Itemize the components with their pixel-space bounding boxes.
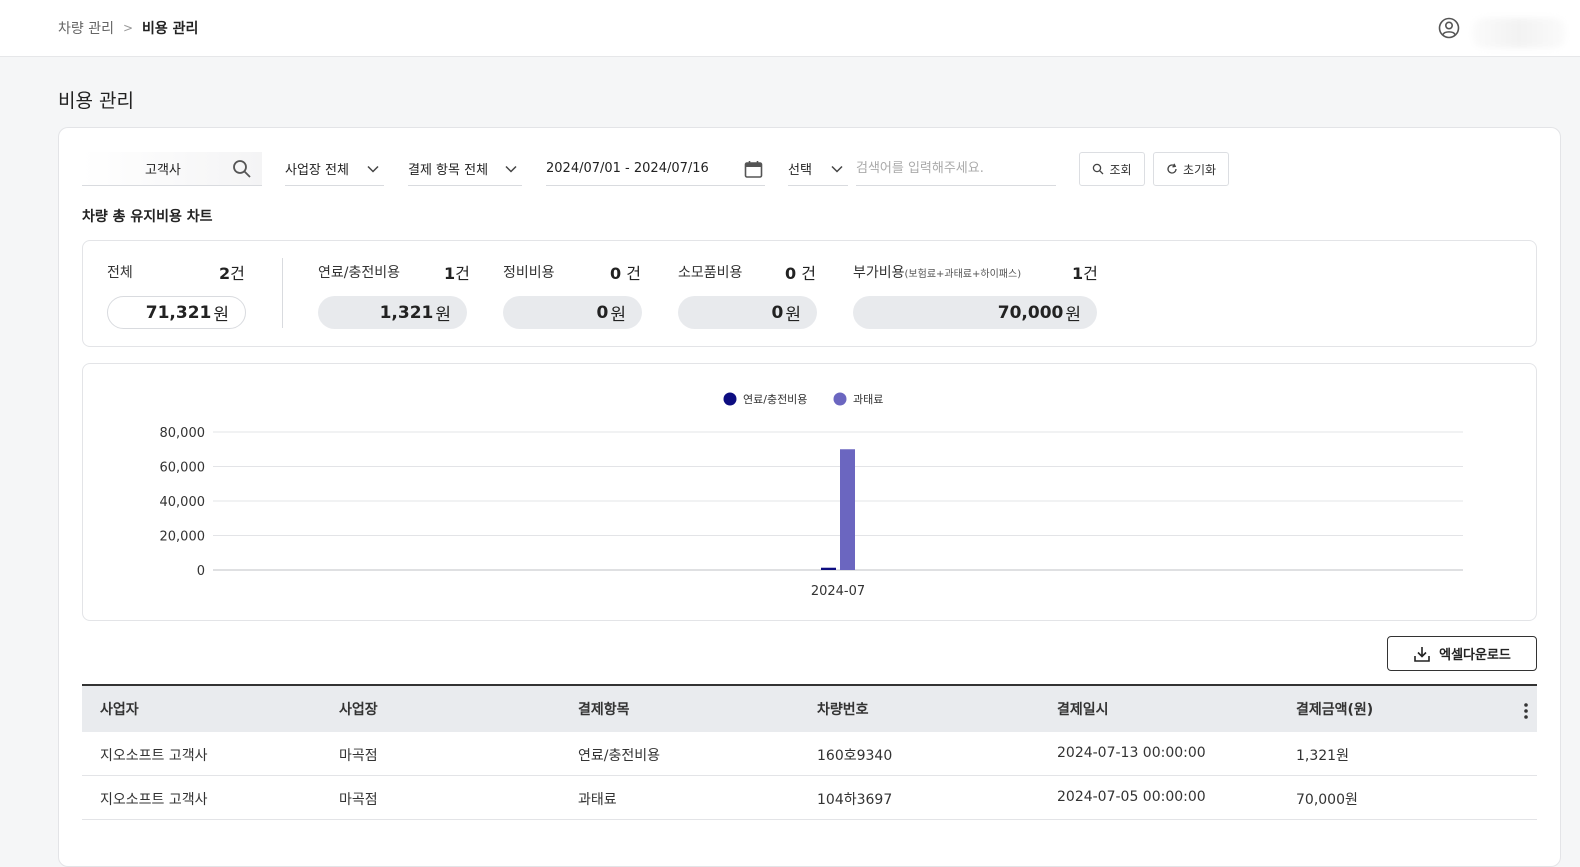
summary-total-label: 전체 (107, 265, 133, 281)
user-name-redacted (1472, 18, 1566, 48)
table-row[interactable]: 지오소프트 고객사 마곡점 연료/충전비용 160호9340 2024-07-1… (82, 732, 1537, 776)
legend-label: 과태료 (853, 393, 883, 406)
breadcrumb-parent[interactable]: 차량 관리 (58, 18, 114, 38)
summary-maintenance-count: 0 건 (610, 264, 641, 283)
cell-business: 지오소프트 고객사 (100, 792, 208, 808)
section-title: 차량 총 유지비용 차트 (82, 209, 213, 225)
site-select[interactable]: 사업장 전체 (285, 152, 384, 186)
bar-chart: 80,000 60,000 40,000 20,000 0 연료/충전비용 과태료 2024-… (160, 392, 1463, 599)
search-icon[interactable] (232, 159, 252, 179)
search-type-select[interactable]: 선택 (788, 152, 848, 186)
excel-download-button[interactable]: 엑셀다운로드 (1387, 636, 1537, 671)
breadcrumb-separator-icon: > (122, 21, 134, 35)
column-header[interactable]: 차량번호 (817, 699, 869, 719)
cost-chart: 80,000 60,000 40,000 20,000 0 연료/충전비용 과태료 2024-… (82, 363, 1537, 621)
payment-item-select[interactable]: 결제 항목 전체 (408, 152, 522, 186)
summary-maintenance-amount: 0 원 (503, 296, 642, 329)
y-tick-label: 40,000 (160, 495, 206, 510)
summary-divider (282, 258, 283, 328)
summary-maintenance-label: 정비비용 (503, 265, 555, 281)
table-header: 사업자 사업장 결제항목 차량번호 결제일시 결제금액(원) (82, 684, 1537, 732)
page-title: 비용 관리 (58, 90, 134, 112)
search-button-label: 조회 (1109, 162, 1132, 177)
summary-consumables-amount: 0 원 (678, 296, 817, 329)
x-tick-label: 2024-07 (811, 584, 865, 599)
cell-payment-amount: 70,000원 (1296, 792, 1358, 808)
cell-business: 지오소프트 고객사 (100, 748, 208, 764)
column-header[interactable]: 사업장 (339, 699, 378, 719)
column-header[interactable]: 결제항목 (578, 699, 630, 719)
cell-payment-amount: 1,321원 (1296, 748, 1349, 764)
bar (821, 567, 836, 570)
chevron-down-icon (831, 165, 843, 173)
payment-item-select-value: 결제 항목 전체 (408, 163, 489, 178)
cell-payment-datetime: 2024-07-05 00:00:00 (1057, 789, 1206, 805)
content-card: 고객사 사업장 전체 결제 항목 전체 2024/07/01 - 2024/07… (58, 127, 1561, 867)
breadcrumb-current: 비용 관리 (142, 21, 199, 37)
legend-marker (833, 392, 847, 406)
refresh-icon (1167, 163, 1177, 174)
y-tick-label: 0 (197, 564, 205, 579)
excel-download-label: 엑셀다운로드 (1439, 648, 1511, 663)
cost-summary-panel: 전체 2건 71,321 원 연료/충전비용 1건 1,321 원 정비비용 0 건… (82, 240, 1537, 347)
summary-extra-amount: 70,000 원 (853, 296, 1097, 329)
cell-vehicle-number: 160호9340 (817, 748, 893, 764)
cell-payment-datetime: 2024-07-13 00:00:00 (1057, 745, 1206, 761)
company-search-label: 고객사 (145, 163, 181, 178)
summary-fuel-count: 1건 (444, 264, 470, 283)
site-select-value: 사업장 전체 (285, 163, 349, 178)
table-row[interactable]: 지오소프트 고객사 마곡점 과태료 104하3697 2024-07-05 00… (82, 776, 1537, 820)
cell-site: 마곡점 (339, 748, 378, 764)
top-bar: 차량 관리 > 비용 관리 (0, 0, 1580, 57)
legend-label: 연료/충전비용 (743, 393, 807, 406)
bar (840, 449, 855, 570)
column-header[interactable]: 결제일시 (1057, 699, 1109, 719)
breadcrumb: 차량 관리 > 비용 관리 (58, 18, 198, 38)
reset-button[interactable]: 초기화 (1153, 152, 1229, 186)
cell-payment-item: 연료/충전비용 (578, 748, 660, 764)
summary-extra-label: 부가비용(보험료+과태료+하이패스) (853, 265, 1022, 281)
cost-table: 사업자 사업장 결제항목 차량번호 결제일시 결제금액(원) 지오소프트 고객사… (82, 684, 1537, 820)
keyword-search-field (856, 152, 1056, 186)
y-tick-label: 80,000 (160, 426, 206, 441)
reset-button-label: 초기화 (1182, 162, 1217, 177)
chevron-down-icon (367, 165, 379, 173)
search-button[interactable]: 조회 (1079, 152, 1145, 186)
column-header[interactable]: 사업자 (100, 699, 139, 719)
chevron-down-icon (505, 165, 517, 173)
date-range-picker[interactable]: 2024/07/01 - 2024/07/16 (546, 152, 765, 186)
y-tick-label: 60,000 (160, 461, 206, 476)
column-header[interactable]: 결제금액(원) (1296, 699, 1373, 719)
summary-consumables-label: 소모품비용 (678, 265, 743, 281)
search-type-select-value: 선택 (788, 163, 812, 178)
download-icon (1414, 646, 1430, 662)
y-tick-label: 20,000 (160, 530, 206, 545)
summary-total-count: 2건 (219, 264, 245, 283)
date-range-value: 2024/07/01 - 2024/07/16 (546, 161, 709, 176)
summary-fuel-amount: 1,321 원 (318, 296, 467, 329)
cell-site: 마곡점 (339, 792, 378, 808)
summary-fuel-label: 연료/충전비용 (318, 265, 400, 281)
summary-total-amount: 71,321 원 (107, 296, 246, 329)
summary-extra-count: 1건 (1072, 264, 1098, 283)
cell-payment-item: 과태료 (578, 792, 617, 808)
search-icon (1093, 163, 1104, 175)
calendar-icon[interactable] (744, 160, 763, 179)
legend-marker (723, 392, 737, 406)
cell-vehicle-number: 104하3697 (817, 792, 893, 808)
company-search-field[interactable]: 고객사 (82, 152, 262, 186)
summary-consumables-count: 0 건 (785, 264, 816, 283)
more-options-icon[interactable] (1523, 702, 1529, 720)
keyword-search-input[interactable] (856, 161, 1056, 176)
user-account-icon[interactable] (1438, 17, 1460, 39)
